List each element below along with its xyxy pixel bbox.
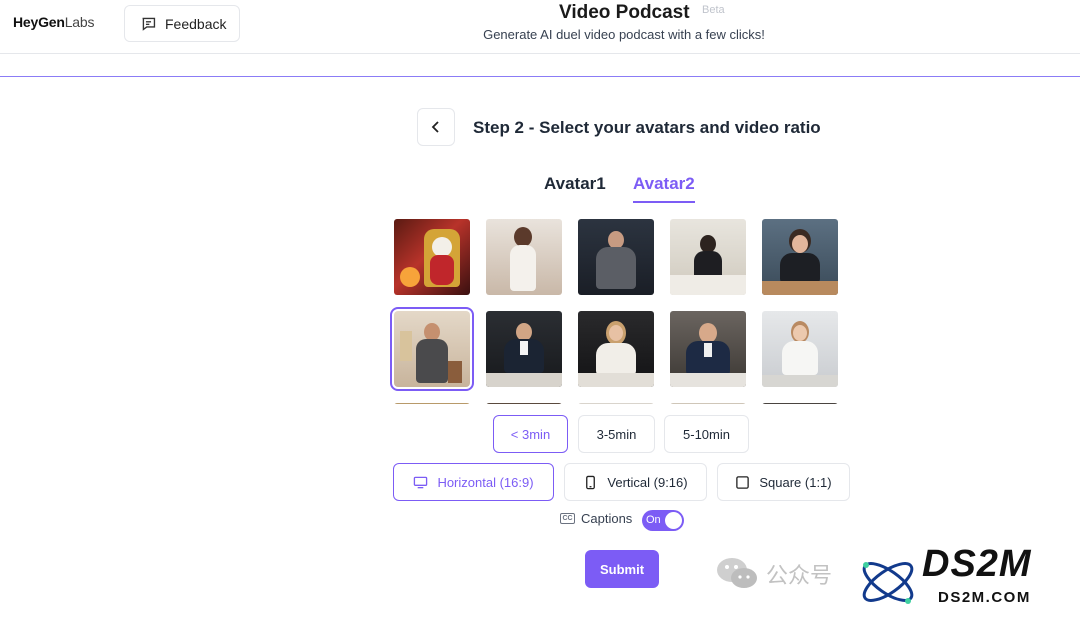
closed-captions-icon: CC [560,513,575,524]
toggle-state-label: On [646,514,661,526]
beta-badge: Beta [702,4,725,16]
avatar-thumbnail[interactable] [670,403,746,404]
avatar-thumbnail[interactable] [762,311,838,387]
duration-option-under-3min[interactable]: < 3min [493,415,568,453]
ratio-vertical-label: Vertical (9:16) [607,474,688,490]
watermark-text: 公众号 [766,563,833,588]
ratio-option-horizontal[interactable]: Horizontal (16:9) [393,463,554,501]
avatar-thumbnail-selected[interactable] [390,307,474,391]
submit-button[interactable]: Submit [585,550,659,588]
avatar-thumbnail[interactable] [762,219,838,295]
avatar-thumbnail[interactable] [670,311,746,387]
avatar-thumbnail[interactable] [578,219,654,295]
avatar-grid [390,214,842,404]
watermark-url: DS2M.COM [938,589,1031,606]
avatar-thumbnail[interactable] [578,403,654,404]
avatar-thumbnail[interactable] [394,403,470,404]
step-progress-bar [0,76,1080,77]
captions-label: Captions [581,511,633,526]
avatar-thumbnail[interactable] [670,219,746,295]
chevron-left-icon [431,121,439,133]
ratio-square-label: Square (1:1) [759,474,832,490]
watermark-brand: DS2M [922,543,1032,585]
square-icon [736,475,750,489]
avatar-thumbnail[interactable] [394,219,470,295]
duration-option-3-5min[interactable]: 3-5min [578,415,655,453]
back-button[interactable] [417,108,455,146]
duration-option-5-10min[interactable]: 5-10min [664,415,749,453]
tab-avatar1[interactable]: Avatar1 [544,174,606,194]
avatar-thumbnail[interactable] [486,311,562,387]
phone-icon [586,475,596,489]
wechat-icon [717,558,757,588]
ratio-option-square[interactable]: Square (1:1) [717,463,850,501]
captions-control: CC Captions [560,511,632,526]
page-subtitle: Generate AI duel video podcast with a fe… [483,27,765,42]
avatar-thumbnail[interactable] [486,403,562,404]
avatar-thumbnail[interactable] [762,403,838,404]
monitor-icon [414,476,428,488]
avatar-thumbnail[interactable] [578,311,654,387]
ratio-horizontal-label: Horizontal (16:9) [437,474,534,490]
captions-toggle[interactable]: On [642,510,684,531]
avatar-thumbnail[interactable] [486,219,562,295]
atom-logo-icon [862,562,914,604]
toggle-knob [665,512,682,529]
page-title: Video Podcast [559,2,690,23]
tab-avatar2[interactable]: Avatar2 [633,174,695,203]
step-title: Step 2 - Select your avatars and video r… [473,118,821,137]
top-bar: HeyGenLabs Feedback Video Podcast Beta G… [0,0,1080,54]
ratio-option-vertical[interactable]: Vertical (9:16) [564,463,707,501]
